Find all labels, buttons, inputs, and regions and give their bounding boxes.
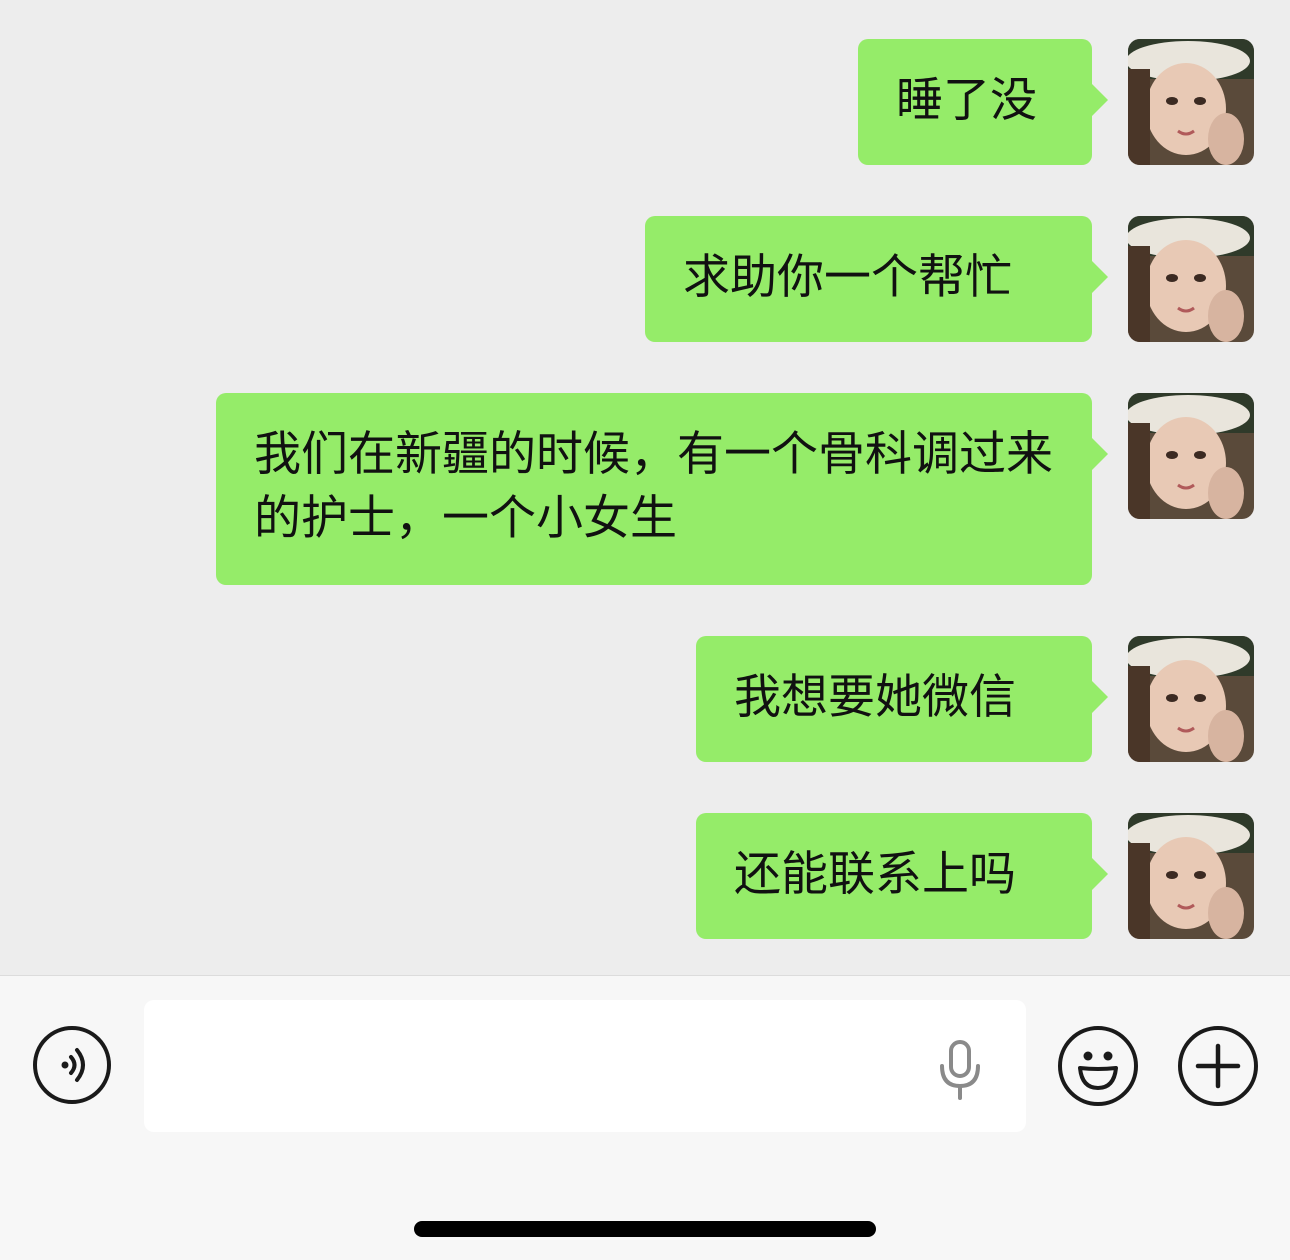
avatar[interactable]	[1128, 393, 1254, 519]
voice-toggle-button[interactable]	[33, 1026, 111, 1104]
message-bubble[interactable]: 睡了没	[858, 39, 1108, 165]
message-row: 睡了没	[858, 39, 1254, 165]
message-row: 还能联系上吗	[696, 813, 1254, 939]
chat-message-list[interactable]: 睡了没 求助你一个帮忙 我们在新疆的时候，有一个骨科调过来的护士，一个小女生 我…	[0, 0, 1290, 975]
message-bubble[interactable]: 求助你一个帮忙	[645, 216, 1108, 342]
avatar[interactable]	[1128, 636, 1254, 762]
more-actions-button[interactable]	[1178, 1026, 1258, 1106]
avatar[interactable]	[1128, 216, 1254, 342]
message-input[interactable]	[144, 1000, 1026, 1132]
avatar[interactable]	[1128, 39, 1254, 165]
message-row: 我们在新疆的时候，有一个骨科调过来的护士，一个小女生	[216, 393, 1254, 585]
message-bubble[interactable]: 我想要她微信	[696, 636, 1108, 762]
avatar[interactable]	[1128, 813, 1254, 939]
message-bubble[interactable]: 还能联系上吗	[696, 813, 1108, 939]
microphone-button[interactable]	[932, 1038, 988, 1102]
home-indicator[interactable]	[414, 1221, 876, 1237]
message-row: 我想要她微信	[696, 636, 1254, 762]
message-row: 求助你一个帮忙	[645, 216, 1254, 342]
microphone-icon	[932, 1040, 988, 1106]
message-bubble[interactable]: 我们在新疆的时候，有一个骨科调过来的护士，一个小女生	[216, 393, 1108, 585]
chat-input-bar	[0, 975, 1290, 1260]
emoji-button[interactable]	[1058, 1026, 1138, 1106]
